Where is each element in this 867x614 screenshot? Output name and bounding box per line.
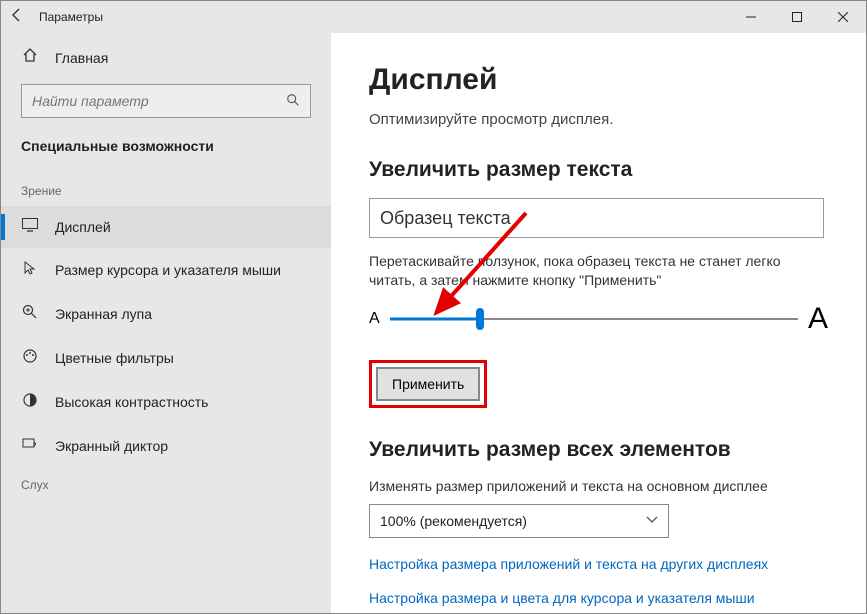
sidebar-item-display[interactable]: Дисплей xyxy=(1,206,331,248)
scale-dropdown[interactable]: 100% (рекомендуется) xyxy=(369,504,669,538)
scale-description: Изменять размер приложений и текста на о… xyxy=(369,478,828,494)
sidebar-item-highcontrast[interactable]: Высокая контрастность xyxy=(1,380,331,424)
chevron-down-icon xyxy=(646,515,658,527)
palette-icon xyxy=(21,348,39,368)
page-subtitle: Оптимизируйте просмотр дисплея. xyxy=(369,111,828,128)
sidebar-home-label: Главная xyxy=(55,50,108,66)
narrator-icon xyxy=(21,436,39,456)
sidebar-group-vision: Зрение xyxy=(1,174,331,206)
cursor-icon xyxy=(21,260,39,280)
sidebar: Главная Специальные возможности Зрение Д… xyxy=(1,33,331,613)
search-box[interactable] xyxy=(21,84,311,118)
window-title: Параметры xyxy=(39,10,103,24)
text-size-slider[interactable] xyxy=(390,307,798,331)
sample-text: Образец текста xyxy=(380,208,511,229)
sidebar-item-colorfilters[interactable]: Цветные фильтры xyxy=(1,336,331,380)
sidebar-item-magnifier[interactable]: Экранная лупа xyxy=(1,292,331,336)
back-button[interactable] xyxy=(1,7,33,28)
close-button[interactable] xyxy=(820,1,866,33)
sidebar-item-label: Экранный диктор xyxy=(55,438,168,454)
sidebar-item-label: Размер курсора и указателя мыши xyxy=(55,262,281,278)
sidebar-item-label: Дисплей xyxy=(55,219,111,235)
sidebar-item-label: Цветные фильтры xyxy=(55,350,174,366)
sidebar-item-label: Экранная лупа xyxy=(55,306,152,322)
apply-button[interactable]: Применить xyxy=(376,367,480,401)
sidebar-group-hearing: Слух xyxy=(1,468,331,500)
sidebar-item-cursor[interactable]: Размер курсора и указателя мыши xyxy=(1,248,331,292)
magnifier-icon xyxy=(21,304,39,324)
sidebar-home[interactable]: Главная xyxy=(1,33,331,78)
home-icon xyxy=(21,47,39,68)
link-other-displays[interactable]: Настройка размера приложений и текста на… xyxy=(369,556,828,572)
slider-thumb[interactable] xyxy=(476,308,484,330)
slider-label-large: A xyxy=(808,302,828,336)
slider-label-small: A xyxy=(369,310,380,328)
monitor-icon xyxy=(21,218,39,236)
minimize-button[interactable] xyxy=(728,1,774,33)
section-title-textsize: Увеличить размер текста xyxy=(369,158,828,182)
link-cursor-color[interactable]: Настройка размера и цвета для курсора и … xyxy=(369,590,828,606)
maximize-button[interactable] xyxy=(774,1,820,33)
sidebar-item-narrator[interactable]: Экранный диктор xyxy=(1,424,331,468)
section-title-scale: Увеличить размер всех элементов xyxy=(369,438,828,462)
content-area: Дисплей Оптимизируйте просмотр дисплея. … xyxy=(331,33,866,613)
scale-value: 100% (рекомендуется) xyxy=(380,513,527,529)
search-input[interactable] xyxy=(22,93,276,109)
apply-highlight: Применить xyxy=(369,360,487,408)
contrast-icon xyxy=(21,392,39,412)
titlebar: Параметры xyxy=(1,1,866,33)
sample-text-box: Образец текста xyxy=(369,198,824,238)
sidebar-item-label: Высокая контрастность xyxy=(55,394,208,410)
page-title: Дисплей xyxy=(369,63,828,97)
slider-instruction: Перетаскивайте ползунок, пока образец те… xyxy=(369,252,828,290)
sidebar-category: Специальные возможности xyxy=(1,134,331,174)
search-icon xyxy=(276,93,310,110)
